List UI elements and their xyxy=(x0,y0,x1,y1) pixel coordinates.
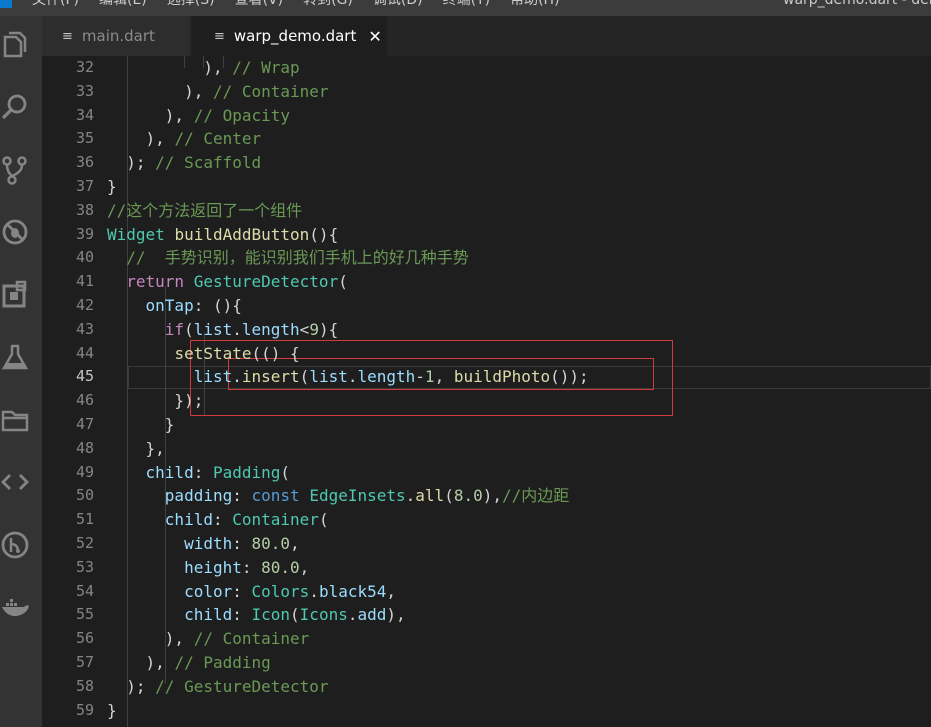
code-line[interactable]: } xyxy=(107,699,117,723)
code-line[interactable]: onTap: (){ xyxy=(107,294,242,318)
line-number: 50 xyxy=(75,486,94,505)
code-line[interactable]: }, xyxy=(107,437,165,461)
line-number: 32 xyxy=(75,58,94,76)
line-number: 39 xyxy=(75,224,94,243)
explorer-icon[interactable] xyxy=(0,27,30,63)
tab-label: main.dart xyxy=(81,27,155,45)
menu-list: 文件(F) 编辑(E) 选择(S) 查看(V) 转到(G) 调试(D) 终端(T) 帮助(H) xyxy=(32,0,560,8)
line-number: 46 xyxy=(75,391,94,410)
tab-label: warp_demo.dart xyxy=(233,27,357,45)
line-number: 48 xyxy=(75,438,94,457)
line-number: 51 xyxy=(75,510,94,529)
code-line[interactable]: } xyxy=(107,413,175,437)
code-line[interactable]: Widget buildAddButton(){ xyxy=(107,223,338,247)
line-number: 40 xyxy=(75,248,94,267)
code-line[interactable]: ), // Container xyxy=(107,80,329,104)
file-lines-icon: ≡ xyxy=(214,28,225,44)
line-number: 41 xyxy=(75,272,94,291)
vscode-logo-icon xyxy=(0,0,12,8)
code-line[interactable]: ), // Center xyxy=(107,127,262,151)
code-line[interactable]: ); // GestureDetector xyxy=(107,675,328,699)
line-number: 34 xyxy=(75,105,94,124)
line-number: 55 xyxy=(75,605,94,624)
menu-item[interactable]: 选择(S) xyxy=(167,0,215,8)
code-line[interactable]: if(list.length<9){ xyxy=(107,318,338,342)
code-line[interactable]: child: Icon(Icons.add), xyxy=(107,603,406,627)
code-line[interactable]: ), // Wrap xyxy=(107,56,299,80)
code-line[interactable]: //这个方法返回了一个组件 xyxy=(107,199,302,223)
line-number-gutter: 32 33 34 35 36 37 38 39 40 41 42 43 44 45 46 47 48 49 50 51… xyxy=(42,56,107,727)
tab-bar: ≡ main.dart ≡ warp_demo.dart ✕ xyxy=(42,16,931,56)
code-line[interactable]: } xyxy=(107,175,117,199)
git-history-icon[interactable] xyxy=(0,527,30,563)
line-number: 58 xyxy=(75,676,94,695)
code-line[interactable]: ), // Opacity xyxy=(107,104,290,128)
code-line[interactable]: return GestureDetector( xyxy=(107,270,348,294)
menu-item[interactable]: 编辑(E) xyxy=(99,0,147,8)
code-line[interactable]: ); // Scaffold xyxy=(107,151,261,175)
code-line[interactable]: height: 80.0, xyxy=(107,556,309,580)
close-icon[interactable]: ✕ xyxy=(368,27,381,46)
code-line[interactable]: padding: const EdgeInsets.all(8.0),//内边距 xyxy=(107,484,569,508)
line-number: 45 xyxy=(75,367,94,386)
tab-main-dart[interactable]: ≡ main.dart xyxy=(42,16,190,56)
docker-icon[interactable] xyxy=(0,589,30,625)
code-icon[interactable] xyxy=(0,464,30,500)
code-line[interactable]: setState(() { xyxy=(107,342,299,366)
menu-item[interactable]: 帮助(H) xyxy=(510,0,559,8)
tab-warp-demo-dart[interactable]: ≡ warp_demo.dart ✕ xyxy=(192,16,387,56)
line-number: 36 xyxy=(75,153,94,172)
code-line[interactable]: ), // Container xyxy=(107,627,310,651)
menu-item[interactable]: 文件(F) xyxy=(32,0,79,8)
line-number: 38 xyxy=(75,200,94,219)
line-number: 37 xyxy=(75,177,94,195)
line-number: 43 xyxy=(75,319,94,338)
line-number: 47 xyxy=(75,415,94,433)
line-number: 49 xyxy=(75,462,94,481)
line-number: 54 xyxy=(75,581,94,600)
menu-item[interactable]: 调试(D) xyxy=(373,0,423,8)
code-line[interactable]: color: Colors.black54, xyxy=(107,580,396,604)
line-number: 35 xyxy=(75,129,94,148)
menu-item[interactable]: 查看(V) xyxy=(235,0,284,8)
code-line[interactable]: ), // Padding xyxy=(107,651,271,675)
menu-item[interactable]: 终端(T) xyxy=(443,0,490,8)
file-lines-icon: ≡ xyxy=(62,28,73,44)
folder-icon[interactable] xyxy=(0,402,30,438)
line-number: 44 xyxy=(75,343,94,362)
code-editor[interactable]: ), // Wrap ), // Container ), // Opacity… xyxy=(107,56,931,727)
code-line[interactable]: }); xyxy=(107,389,203,413)
window-title: warp_demo.dart - dem xyxy=(783,0,931,8)
flask-icon[interactable] xyxy=(0,339,30,375)
line-number: 42 xyxy=(75,296,94,314)
debug-icon[interactable] xyxy=(0,214,30,250)
line-number: 57 xyxy=(75,653,94,671)
code-line[interactable]: // 手势识别，能识别我们手机上的好几种手势 xyxy=(107,246,469,270)
activity-bar xyxy=(0,16,42,727)
menu-bar: 文件(F) 编辑(E) 选择(S) 查看(V) 转到(G) 调试(D) 终端(T) 帮助(H)… xyxy=(0,0,931,16)
code-line[interactable]: width: 80.0, xyxy=(107,532,300,556)
source-control-icon[interactable] xyxy=(0,152,30,188)
line-number: 59 xyxy=(75,700,94,719)
code-line[interactable]: child: Padding( xyxy=(107,461,291,485)
line-number: 52 xyxy=(75,534,94,552)
extensions-icon[interactable] xyxy=(0,277,30,313)
menu-item[interactable]: 转到(G) xyxy=(303,0,353,8)
line-number: 56 xyxy=(75,629,94,648)
code-line[interactable]: child: Container( xyxy=(107,508,329,532)
code-line[interactable]: list.insert(list.length-1, buildPhoto())… xyxy=(107,365,589,389)
line-number: 53 xyxy=(75,557,94,576)
line-number: 33 xyxy=(75,81,94,100)
search-icon[interactable] xyxy=(0,89,30,125)
